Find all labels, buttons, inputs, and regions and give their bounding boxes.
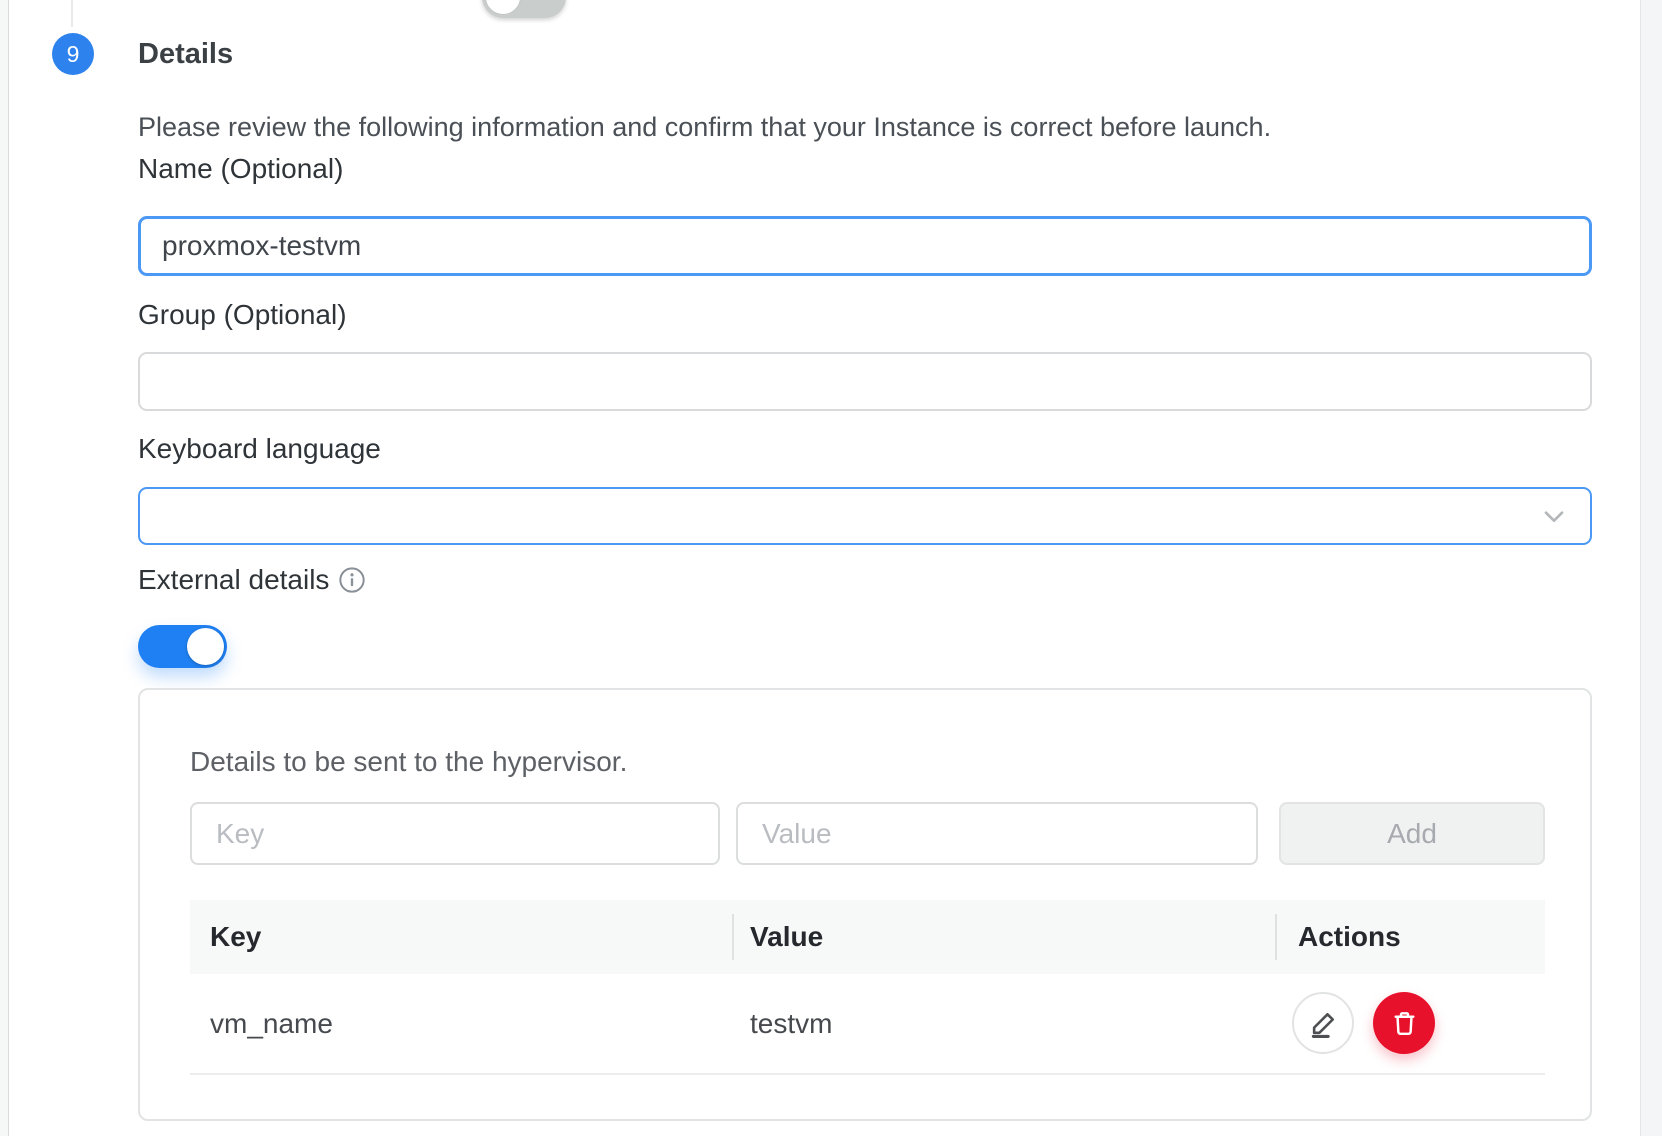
hypervisor-description: Details to be sent to the hypervisor. [190, 746, 627, 778]
stepper-connector-line [71, 0, 73, 27]
hypervisor-details-card: Details to be sent to the hypervisor. Ad… [138, 688, 1592, 1121]
section-description: Please review the following information … [138, 112, 1271, 143]
toggle-knob [187, 628, 224, 665]
previous-section-toggle[interactable] [482, 0, 566, 18]
step-indicator: 9 [52, 33, 94, 75]
header-key: Key [210, 900, 261, 974]
details-step-page: 9 Details Please review the following in… [0, 0, 1662, 1136]
value-input[interactable] [736, 802, 1258, 865]
column-divider [1275, 914, 1277, 960]
key-input[interactable] [190, 802, 720, 865]
header-actions: Actions [1298, 900, 1401, 974]
left-panel-edge [0, 0, 9, 1136]
group-input[interactable] [138, 352, 1592, 411]
external-details-label: External details [138, 564, 329, 596]
info-icon[interactable] [338, 566, 366, 594]
row-key-cell: vm_name [210, 974, 333, 1073]
section-title: Details [138, 38, 233, 71]
edit-icon [1307, 1007, 1340, 1040]
table-row: vm_name testvm [190, 974, 1545, 1075]
external-details-row: External details [138, 564, 366, 596]
edit-button[interactable] [1292, 992, 1354, 1054]
delete-icon [1389, 1008, 1420, 1039]
keyboard-language-label: Keyboard language [138, 433, 381, 465]
add-button[interactable]: Add [1279, 802, 1545, 865]
delete-button[interactable] [1373, 992, 1435, 1054]
step-number: 9 [67, 41, 80, 68]
keyboard-language-select[interactable] [138, 487, 1592, 545]
group-field-label: Group (Optional) [138, 299, 347, 331]
row-value-cell: testvm [750, 974, 832, 1073]
name-field-label: Name (Optional) [138, 153, 343, 185]
chevron-down-icon [1538, 500, 1570, 532]
details-table-header: Key Value Actions [190, 900, 1545, 974]
name-input[interactable] [138, 216, 1592, 276]
toggle-knob [485, 0, 521, 15]
external-details-toggle[interactable] [138, 625, 227, 668]
header-value: Value [750, 900, 823, 974]
column-divider [732, 914, 734, 960]
vertical-scrollbar[interactable] [1640, 0, 1662, 1136]
